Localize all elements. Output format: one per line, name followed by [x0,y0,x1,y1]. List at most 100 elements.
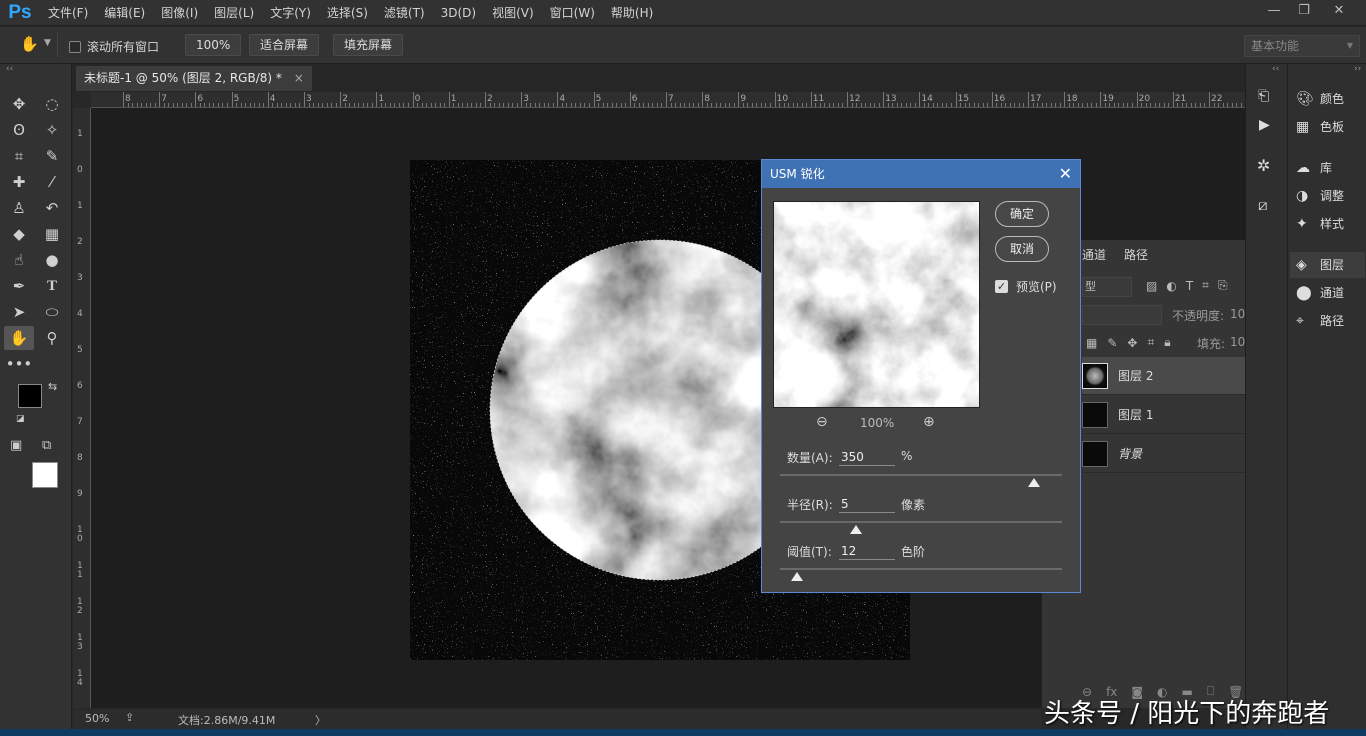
kind-filter-select[interactable]: 型 [1082,277,1132,297]
threshold-slider-thumb[interactable] [790,572,803,581]
layer-name[interactable]: 图层 2 [1118,367,1153,384]
menu-item[interactable]: 图层(L) [206,0,262,26]
default-colors-icon[interactable]: ◪ [16,414,25,424]
menu-item[interactable]: 窗口(W) [542,0,603,26]
lasso-tool-icon[interactable]: ʘ [4,118,34,142]
fill-screen-button[interactable]: 填充屏幕 [333,34,404,56]
preview-checkbox[interactable]: ✓ [995,280,1008,293]
scroll-all-windows-checkbox[interactable] [69,40,81,53]
marquee-tool-icon[interactable]: ◌ [37,92,67,116]
eraser-tool-icon[interactable]: ◆ [4,222,34,246]
screen-mode-icon[interactable]: ⧉ [42,438,51,453]
dock-item-调整[interactable]: ◑ 调整 [1296,183,1362,209]
move-tool-icon[interactable]: ✥ [4,92,34,116]
menu-item[interactable]: 文字(Y) [262,0,319,26]
document-tab[interactable]: 未标题-1 @ 50% (图层 2, RGB/8) * × [76,66,312,91]
foreground-color-swatch[interactable] [18,384,42,408]
dock-item-颜色[interactable]: 🎨︎ 颜色 [1296,86,1362,112]
workspace-select[interactable]: 基本功能 ▼ [1244,35,1360,57]
dock-item-路径[interactable]: ⌖ 路径 [1296,308,1362,334]
dock-item-通道[interactable]: ⬤ 通道 [1296,280,1362,306]
fit-screen-button[interactable]: 适合屏幕 [249,34,320,56]
menu-item[interactable]: 图像(I) [153,0,206,26]
brush-settings-icon[interactable]: ✲ [1257,156,1270,175]
menu-item[interactable]: 选择(S) [319,0,376,26]
close-tab-icon[interactable]: × [294,71,304,85]
actions-play-icon[interactable]: ▶ [1259,117,1270,133]
menu-item[interactable]: 3D(D) [433,0,484,26]
type-tool-icon[interactable]: T [37,274,67,298]
preview-option[interactable]: ✓ 预览(P) [995,278,1057,295]
more-tools-icon[interactable]: ••• [4,352,34,376]
swap-colors-icon[interactable]: ⇆ [48,380,57,393]
filter-adjustment-icon[interactable]: ◐ [1166,279,1176,293]
background-color-swatch[interactable] [32,462,58,488]
quick-mask-icon[interactable]: ▣ [10,438,22,453]
zoom-out-icon[interactable]: ⊖ [816,414,828,430]
blend-mode-select[interactable] [1082,305,1162,325]
lock-artboard-icon[interactable]: ⌗ [1147,335,1154,350]
menu-item[interactable]: 滤镜(T) [376,0,433,26]
minimize-button[interactable]: — [1257,0,1291,22]
dock-item-库[interactable]: ☁ 库 [1296,155,1362,181]
status-zoom[interactable]: 50% [85,712,109,725]
dock-item-图层[interactable]: ◈ 图层 [1290,252,1365,278]
healing-brush-tool-icon[interactable]: ✚ [4,170,34,194]
layer-name[interactable]: 背景 [1118,445,1142,462]
filter-shape-icon[interactable]: ⌗ [1202,278,1209,293]
crop-tool-icon[interactable]: ⌗ [4,144,34,168]
expand-icon[interactable]: ‹‹ [1272,64,1279,74]
amount-input[interactable]: 350 [839,448,895,466]
path-selection-tool-icon[interactable]: ➤ [4,300,34,324]
scroll-all-windows-option[interactable]: 滚动所有窗口 [69,38,159,55]
menu-item[interactable]: 视图(V) [484,0,542,26]
dock-item-样式[interactable]: ✦ 样式 [1296,211,1362,237]
cancel-button[interactable]: 取消 [995,236,1049,262]
dialog-title-bar[interactable]: USM 锐化 [762,160,1080,188]
zoom-in-icon[interactable]: ⊕ [923,414,935,430]
hand-tool-icon[interactable]: ✋ [20,35,39,53]
tab-paths[interactable]: 路径 [1124,246,1148,263]
zoom-tool-icon[interactable]: ⚲ [37,326,67,350]
collapse-icon[interactable]: ›› [1354,64,1361,74]
radius-slider-track[interactable] [780,521,1062,523]
radius-input[interactable]: 5 [839,495,895,513]
lock-transparent-icon[interactable]: ▦ [1086,336,1097,350]
close-window-button[interactable]: ✕ [1322,0,1356,22]
share-icon[interactable]: ⇪ [125,711,134,724]
zoom-value-button[interactable]: 100% [185,34,241,56]
history-icon[interactable]: ⎗ [1258,88,1269,104]
filter-smart-icon[interactable]: ⎘ [1218,278,1228,293]
tab-channels[interactable]: 通道 [1082,246,1106,263]
brush-tool-icon[interactable]: ⁄ [37,170,67,194]
stamp-tool-icon[interactable]: ♙ [4,196,34,220]
layer-name[interactable]: 图层 1 [1118,406,1153,423]
lock-all-icon[interactable]: 🔒︎ [1164,335,1170,350]
threshold-slider-track[interactable] [780,568,1062,570]
lock-position-icon[interactable]: ✥ [1127,336,1137,350]
magic-wand-tool-icon[interactable]: ✧ [37,118,67,142]
amount-slider-track[interactable] [780,474,1062,476]
ellipse-tool-icon[interactable]: ⬭ [37,300,67,324]
pen-tool-icon[interactable]: ✒ [4,274,34,298]
filter-type-icon[interactable]: T [1186,279,1193,293]
dialog-close-icon[interactable]: ✕ [1059,160,1072,188]
gradient-tool-icon[interactable]: ▦ [37,222,67,246]
history-brush-tool-icon[interactable]: ↶ [37,196,67,220]
filter-pixel-icon[interactable]: ▨ [1146,279,1157,293]
dock-item-色板[interactable]: ▦ 色板 [1296,114,1362,140]
clone-source-icon[interactable]: ⧄ [1258,196,1268,214]
dodge-tool-icon[interactable]: ● [37,248,67,272]
chevron-down-icon[interactable]: ▼ [44,38,51,48]
menu-item[interactable]: 编辑(E) [96,0,153,26]
restore-button[interactable]: ❐ [1287,0,1321,22]
smudge-tool-icon[interactable]: ☝ [4,248,34,272]
eyedropper-tool-icon[interactable]: ✎ [37,144,67,168]
hand-tool-icon[interactable]: ✋ [4,326,34,350]
threshold-input[interactable]: 12 [839,542,895,560]
radius-slider-thumb[interactable] [850,525,863,534]
menu-item[interactable]: 帮助(H) [603,0,661,26]
menu-item[interactable]: 文件(F) [40,0,96,26]
collapse-icon[interactable]: ‹‹ [6,64,13,74]
preview-image[interactable] [773,201,980,408]
